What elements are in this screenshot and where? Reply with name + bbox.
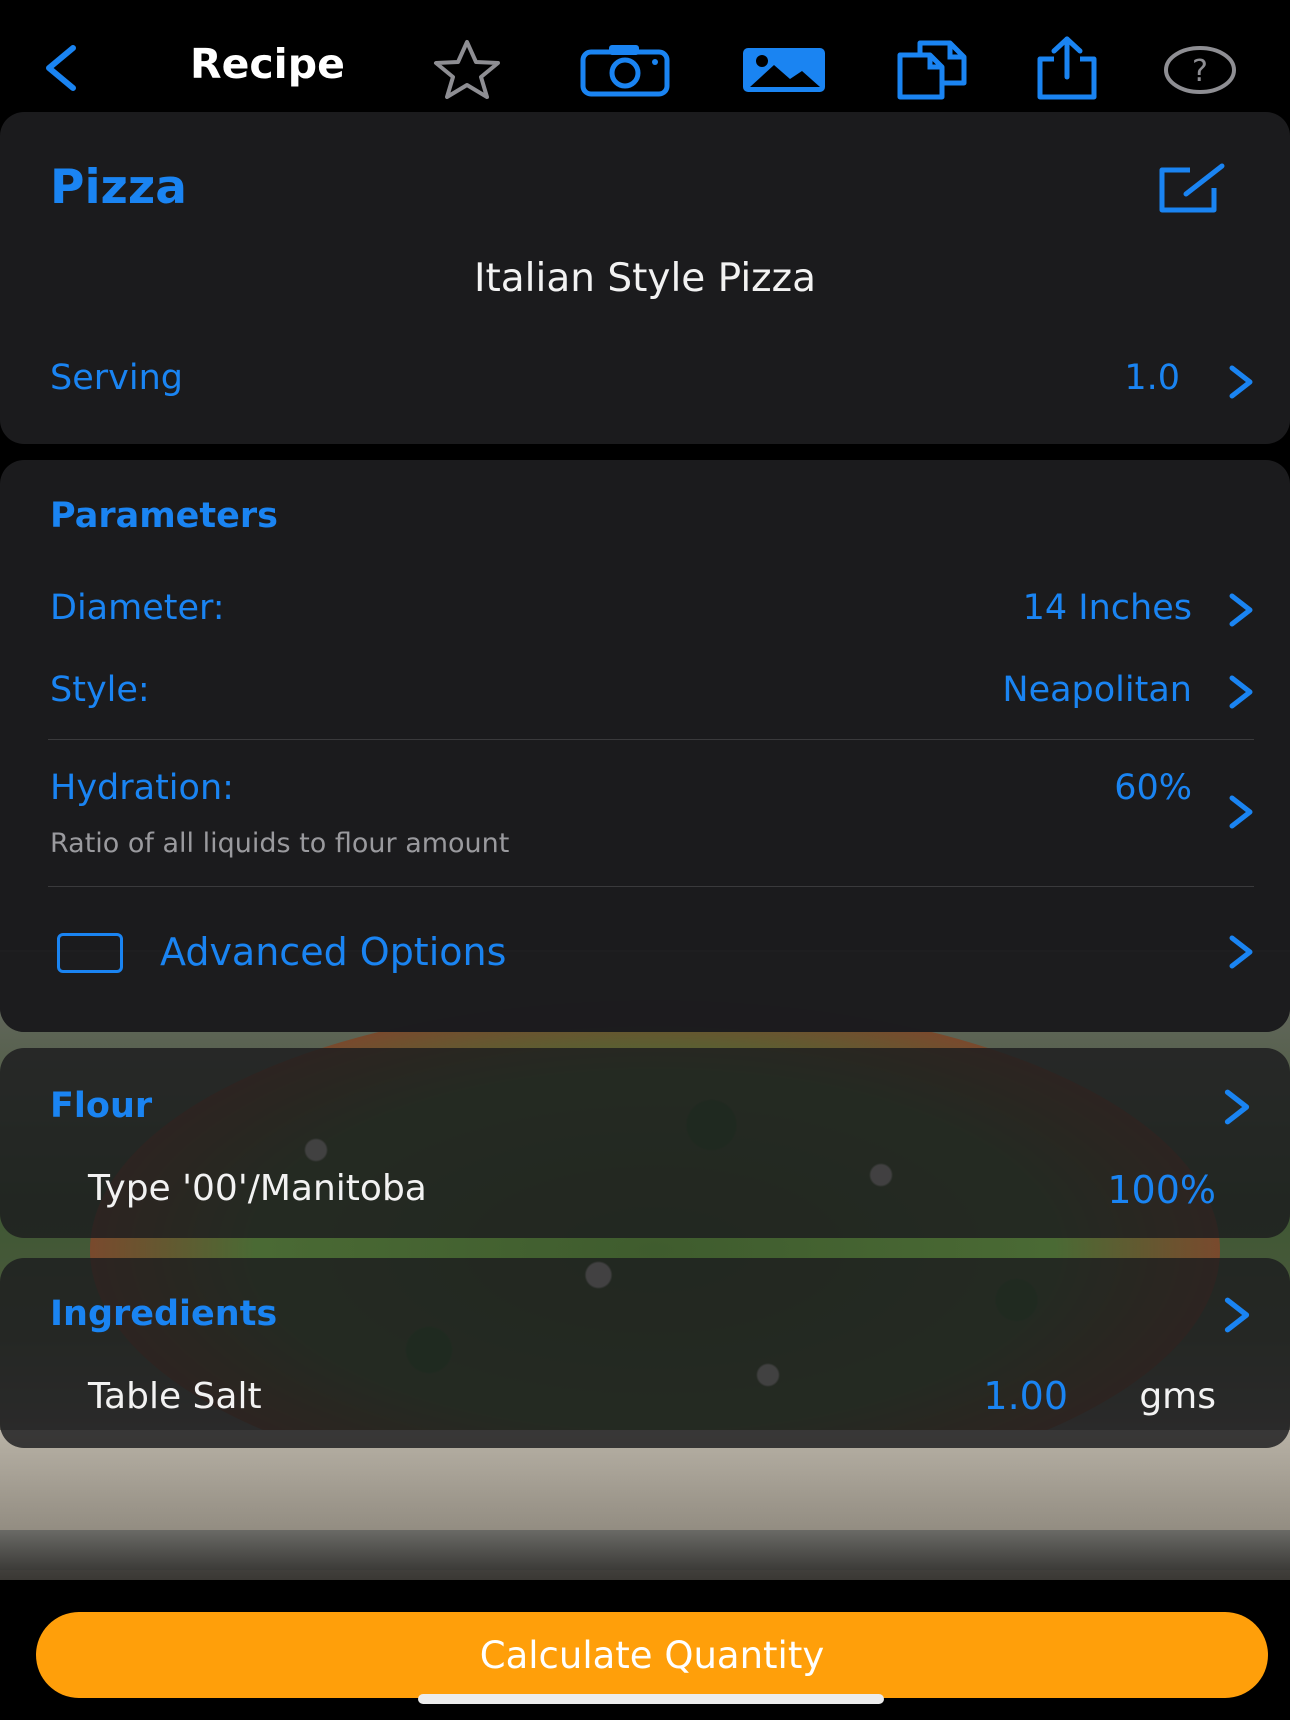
flour-card[interactable] [0,1048,1290,1238]
hydration-subtitle: Ratio of all liquids to flour amount [50,828,510,859]
share-button[interactable] [1030,34,1104,102]
ingredient-item-name: Table Salt [88,1376,262,1417]
flour-item-percent: 100% [1107,1168,1216,1212]
diameter-value[interactable]: 14 Inches [1023,588,1192,628]
photo-library-button[interactable] [738,40,830,100]
parameters-title: Parameters [50,496,278,536]
advanced-options-label[interactable]: Advanced Options [160,930,506,974]
ingredients-card[interactable] [0,1258,1290,1448]
chevron-right-icon[interactable] [1226,364,1256,400]
svg-text:?: ? [1192,54,1208,89]
home-indicator [418,1694,884,1704]
copy-button[interactable] [892,36,972,102]
nav-title: Recipe [190,40,345,88]
back-button[interactable] [36,40,86,96]
style-value[interactable]: Neapolitan [1002,670,1192,710]
advanced-options-checkbox[interactable] [57,933,123,973]
serving-value[interactable]: 1.0 [1124,358,1180,398]
chevron-right-icon[interactable] [1226,592,1256,628]
flour-item-name: Type '00'/Manitoba [88,1168,427,1209]
flour-title[interactable]: Flour [50,1086,152,1126]
share-icon [1037,36,1097,100]
star-icon [434,40,500,99]
ingredient-item-quantity: 1.00 [983,1374,1068,1418]
divider [48,739,1254,740]
chevron-right-icon[interactable] [1220,1296,1254,1334]
divider [48,886,1254,887]
chevron-right-icon[interactable] [1226,794,1256,830]
chevron-right-icon[interactable] [1220,1088,1254,1126]
edit-icon [1159,163,1225,213]
countertop [0,1530,1290,1570]
hydration-value[interactable]: 60% [1114,768,1192,808]
edit-recipe-button[interactable] [1150,160,1230,216]
diameter-label[interactable]: Diameter: [50,588,225,628]
photo-icon [743,48,825,92]
recipe-name: Pizza [50,160,187,215]
help-button[interactable]: ? [1160,40,1240,100]
chevron-right-icon[interactable] [1226,934,1256,970]
copy-icon [897,40,967,100]
camera-button[interactable] [578,40,672,100]
chevron-right-icon[interactable] [1226,674,1256,710]
hydration-label[interactable]: Hydration: [50,768,234,808]
favorite-button[interactable] [425,38,509,100]
calculate-quantity-button[interactable]: Calculate Quantity [36,1612,1268,1698]
serving-label[interactable]: Serving [50,358,183,398]
recipe-description: Italian Style Pizza [473,256,817,301]
help-icon: ? [1164,46,1236,94]
style-label[interactable]: Style: [50,670,150,710]
ingredients-title[interactable]: Ingredients [50,1294,277,1334]
navigation-bar: Recipe ? [0,0,1290,110]
back-chevron-icon [46,45,76,91]
camera-icon [580,45,670,97]
ingredient-item-unit: gms [1139,1376,1216,1417]
